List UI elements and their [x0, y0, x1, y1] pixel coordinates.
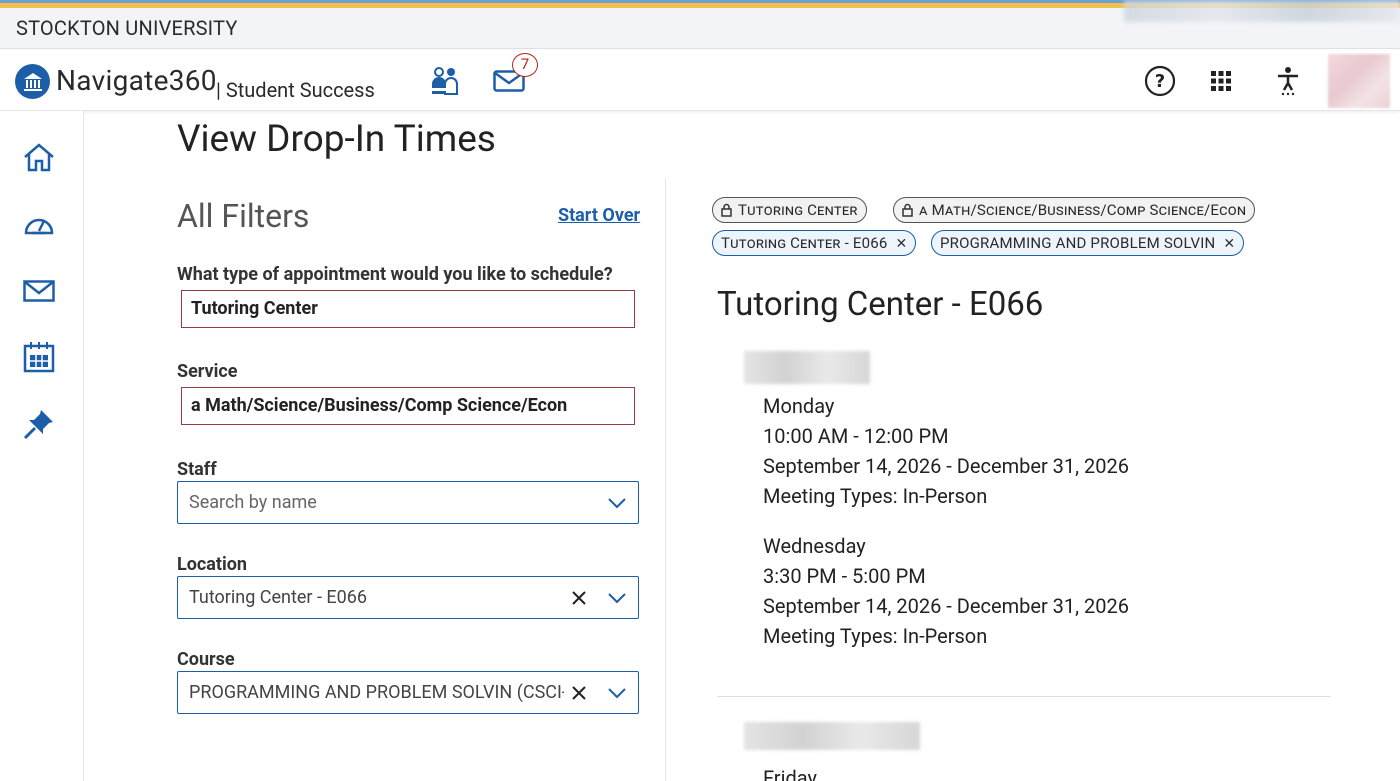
- course-select[interactable]: PROGRAMMING AND PROBLEM SOLVIN (CSCI-: [177, 671, 639, 714]
- help-icon[interactable]: ?: [1143, 64, 1177, 98]
- navigate-logo-icon[interactable]: [15, 64, 50, 99]
- drop-in-slot: Friday: [763, 763, 817, 781]
- chevron-down-icon[interactable]: [606, 492, 628, 514]
- slot-meeting-types: Meeting Types: In-Person: [763, 624, 988, 648]
- brand-name[interactable]: Navigate360: [56, 64, 217, 97]
- filter-chip-appointment-type: Tutoring Center: [712, 197, 867, 223]
- remove-chip-icon[interactable]: ✕: [895, 236, 907, 252]
- slot-day: Monday: [763, 394, 835, 418]
- drop-in-slot: Wednesday 3:30 PM - 5:00 PM September 14…: [763, 531, 1129, 651]
- column-divider: [665, 178, 666, 781]
- staff-label: Staff: [177, 459, 217, 480]
- sub-brand: | Student Success: [216, 78, 375, 102]
- clear-icon[interactable]: [568, 587, 590, 609]
- chevron-down-icon[interactable]: [606, 587, 628, 609]
- drop-in-slot: Monday 10:00 AM - 12:00 PM September 14,…: [763, 391, 1129, 511]
- appointment-type-field[interactable]: Tutoring Center: [181, 290, 635, 328]
- chip-label: a Math/Science/Business/Comp Science/Eco…: [919, 201, 1247, 219]
- staff-select[interactable]: Search by name: [177, 481, 639, 524]
- staff-name-redacted: [744, 351, 870, 384]
- pin-icon[interactable]: [20, 405, 58, 443]
- lock-icon: [721, 203, 732, 221]
- page-title: View Drop-In Times: [177, 118, 496, 161]
- filter-chip-location[interactable]: Tutoring Center - E066 ✕: [712, 230, 917, 256]
- course-label: Course: [177, 649, 235, 670]
- slot-meeting-types: Meeting Types: In-Person: [763, 484, 988, 508]
- service-field[interactable]: a Math/Science/Business/Comp Science/Eco…: [181, 387, 635, 425]
- filter-chip-course[interactable]: PROGRAMMING AND PROBLEM SOLVIN ✕: [931, 230, 1245, 256]
- avatar[interactable]: [1328, 54, 1390, 108]
- location-label: Location: [177, 554, 248, 575]
- slot-dates: September 14, 2026 - December 31, 2026: [763, 594, 1130, 618]
- chip-label: Tutoring Center: [738, 201, 858, 219]
- result-location-title: Tutoring Center - E066: [717, 285, 1044, 324]
- filter-chip-service: a Math/Science/Business/Comp Science/Eco…: [893, 197, 1256, 223]
- home-icon[interactable]: [20, 138, 58, 176]
- impersonation-banner-redacted: [1124, 0, 1400, 22]
- mail-icon[interactable]: [20, 272, 58, 310]
- location-value: Tutoring Center - E066: [189, 587, 368, 608]
- calendar-icon[interactable]: [20, 338, 58, 376]
- staff-divider: [717, 696, 1331, 697]
- remove-chip-icon[interactable]: ✕: [1223, 236, 1235, 252]
- chip-label: PROGRAMMING AND PROBLEM SOLVIN: [940, 234, 1216, 252]
- apps-grid-icon[interactable]: [1208, 68, 1234, 94]
- slot-time: 3:30 PM - 5:00 PM: [763, 564, 926, 588]
- service-label: Service: [177, 361, 238, 382]
- sidebar: [0, 111, 84, 781]
- app-header: Navigate360 | Student Success ?: [0, 50, 1400, 111]
- svg-text:?: ?: [1155, 71, 1165, 92]
- slot-dates: September 14, 2026 - December 31, 2026: [763, 454, 1130, 478]
- university-name: STOCKTON UNIVERSITY: [16, 16, 238, 40]
- people-icon[interactable]: [428, 64, 462, 98]
- staff-placeholder: Search by name: [189, 492, 317, 513]
- slot-day: Wednesday: [763, 534, 866, 558]
- course-value: PROGRAMMING AND PROBLEM SOLVIN (CSCI-: [189, 682, 564, 703]
- appointment-type-label: What type of appointment would you like …: [177, 264, 613, 285]
- university-bar: STOCKTON UNIVERSITY: [0, 0, 1400, 49]
- start-over-link[interactable]: Start Over: [558, 205, 640, 226]
- dashboard-gauge-icon[interactable]: [20, 205, 58, 243]
- staff-name-redacted: [744, 722, 920, 750]
- filters-title: All Filters: [177, 197, 310, 235]
- chevron-down-icon[interactable]: [606, 682, 628, 704]
- accessibility-icon[interactable]: [1274, 64, 1302, 98]
- lock-icon: [902, 203, 913, 221]
- location-select[interactable]: Tutoring Center - E066: [177, 576, 639, 619]
- slot-day: Friday: [763, 766, 817, 781]
- unread-mail-badge: 7: [512, 53, 538, 77]
- chip-label: Tutoring Center - E066: [721, 234, 888, 252]
- slot-time: 10:00 AM - 12:00 PM: [763, 424, 949, 448]
- clear-icon[interactable]: [568, 682, 590, 704]
